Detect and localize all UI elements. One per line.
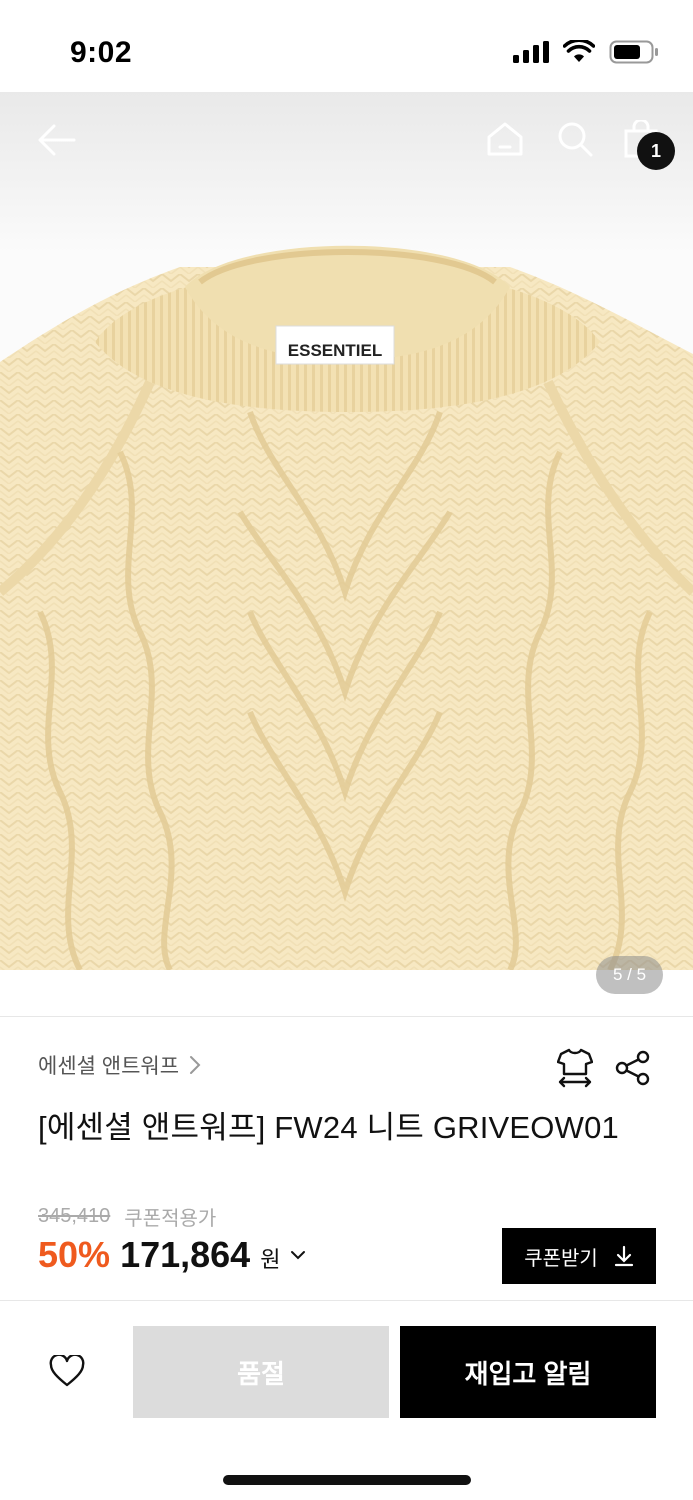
brand-name: 에센셜 앤트워프 bbox=[38, 1055, 180, 1078]
chevron-right-icon bbox=[190, 1056, 201, 1074]
coupon-price-note: 쿠폰적용가 bbox=[124, 1208, 217, 1230]
size-guide-button[interactable] bbox=[556, 1048, 594, 1093]
divider bbox=[0, 1300, 693, 1301]
currency-unit: 원 bbox=[260, 1247, 281, 1272]
search-button[interactable] bbox=[552, 116, 598, 162]
restock-alert-button[interactable]: 재입고 알림 bbox=[400, 1326, 656, 1418]
product-actions bbox=[556, 1048, 651, 1093]
original-price: 345,410 bbox=[38, 1205, 111, 1227]
final-price: 171,864 bbox=[120, 1234, 251, 1275]
wishlist-button[interactable] bbox=[38, 1342, 96, 1400]
wifi-icon bbox=[562, 38, 596, 69]
coupon-button-label: 쿠폰받기 bbox=[524, 1247, 598, 1270]
soldout-button[interactable]: 품절 bbox=[133, 1326, 389, 1418]
brand-link[interactable]: 에센셜 앤트워프 bbox=[38, 1050, 201, 1080]
price-row[interactable]: 50% 171,864 원 bbox=[38, 1234, 306, 1276]
chevron-down-icon[interactable] bbox=[290, 1250, 306, 1260]
status-icons bbox=[513, 38, 659, 69]
discount-rate: 50% bbox=[38, 1234, 111, 1275]
price-original-row: 345,410 쿠폰적용가 bbox=[38, 1202, 216, 1231]
back-arrow-icon bbox=[38, 124, 76, 156]
share-icon bbox=[615, 1050, 650, 1086]
divider bbox=[0, 1016, 693, 1017]
signal-icon bbox=[513, 41, 549, 68]
share-button[interactable] bbox=[615, 1050, 651, 1091]
product-photo-sweater: ESSENTIEL bbox=[0, 245, 693, 970]
home-icon bbox=[487, 122, 523, 156]
image-counter: 5 / 5 bbox=[596, 956, 663, 994]
garment-label-text: ESSENTIEL bbox=[288, 341, 382, 360]
battery-icon bbox=[609, 40, 659, 69]
size-guide-shirt-icon bbox=[556, 1048, 594, 1088]
search-icon bbox=[558, 122, 593, 157]
back-button[interactable] bbox=[30, 118, 82, 162]
status-bar: 9:02 bbox=[0, 0, 693, 92]
download-icon bbox=[614, 1245, 633, 1267]
garment-label: ESSENTIEL bbox=[275, 325, 395, 365]
heart-icon bbox=[49, 1355, 85, 1387]
product-title: [에센셜 앤트워프] FW24 니트 GRIVEOW01 bbox=[38, 1110, 619, 1145]
cart-count-badge: 1 bbox=[637, 132, 675, 170]
product-image-gallery[interactable]: ESSENTIEL bbox=[0, 92, 693, 970]
home-indicator bbox=[223, 1475, 471, 1485]
home-button[interactable] bbox=[482, 116, 528, 162]
status-time: 9:02 bbox=[70, 36, 133, 69]
coupon-download-button[interactable]: 쿠폰받기 bbox=[502, 1228, 656, 1284]
